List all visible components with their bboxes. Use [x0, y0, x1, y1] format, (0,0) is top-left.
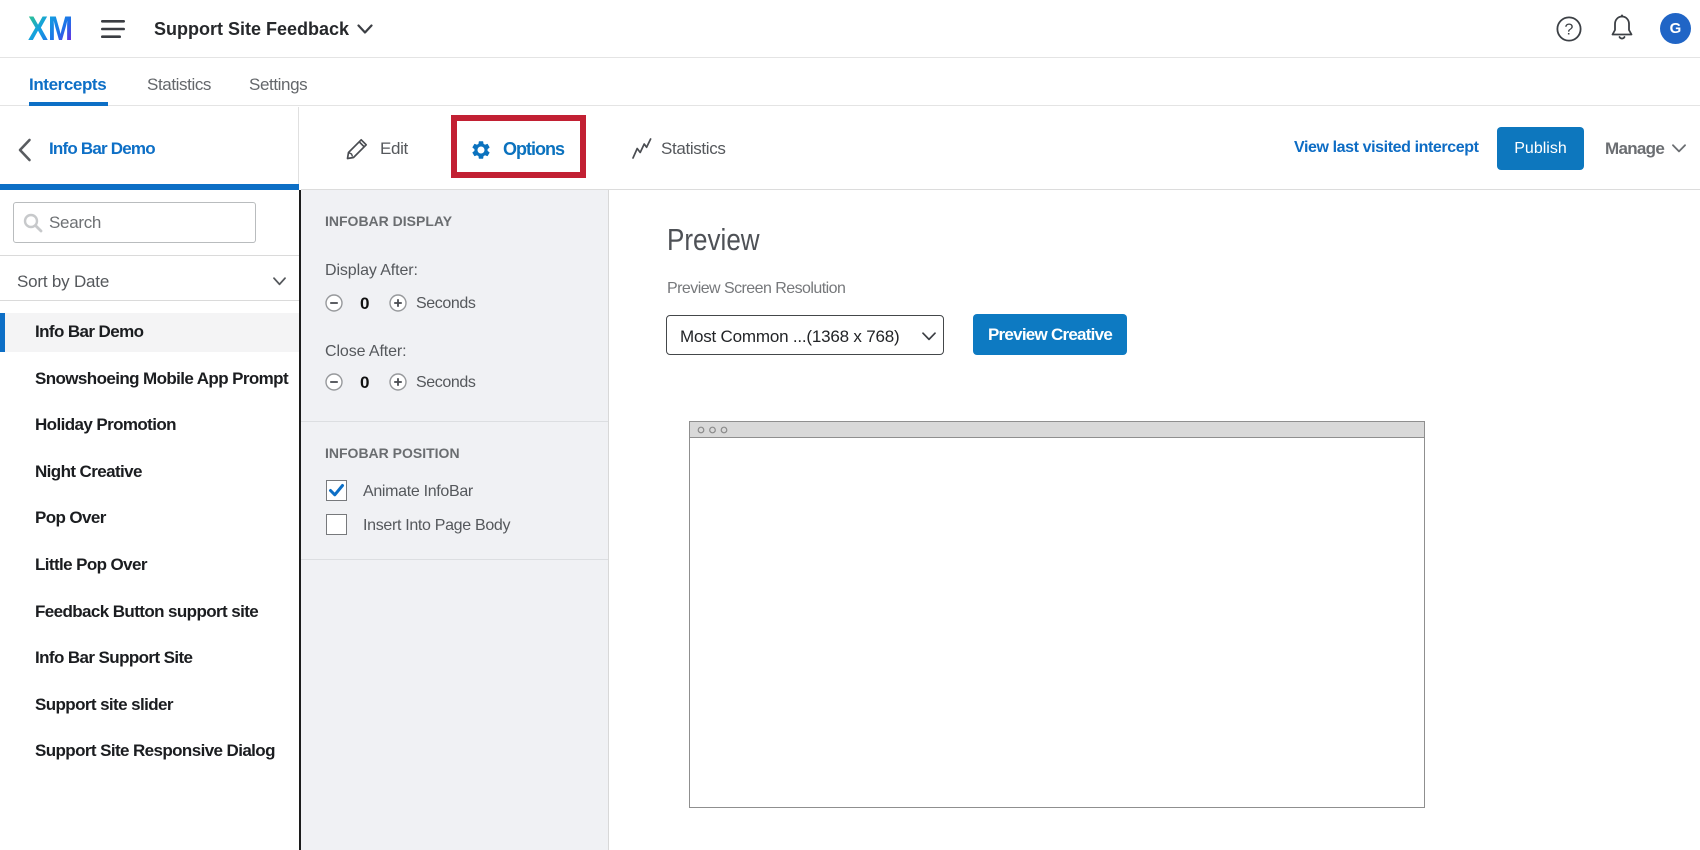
svg-text:?: ?	[1565, 22, 1574, 39]
svg-text:XM: XM	[28, 14, 73, 44]
